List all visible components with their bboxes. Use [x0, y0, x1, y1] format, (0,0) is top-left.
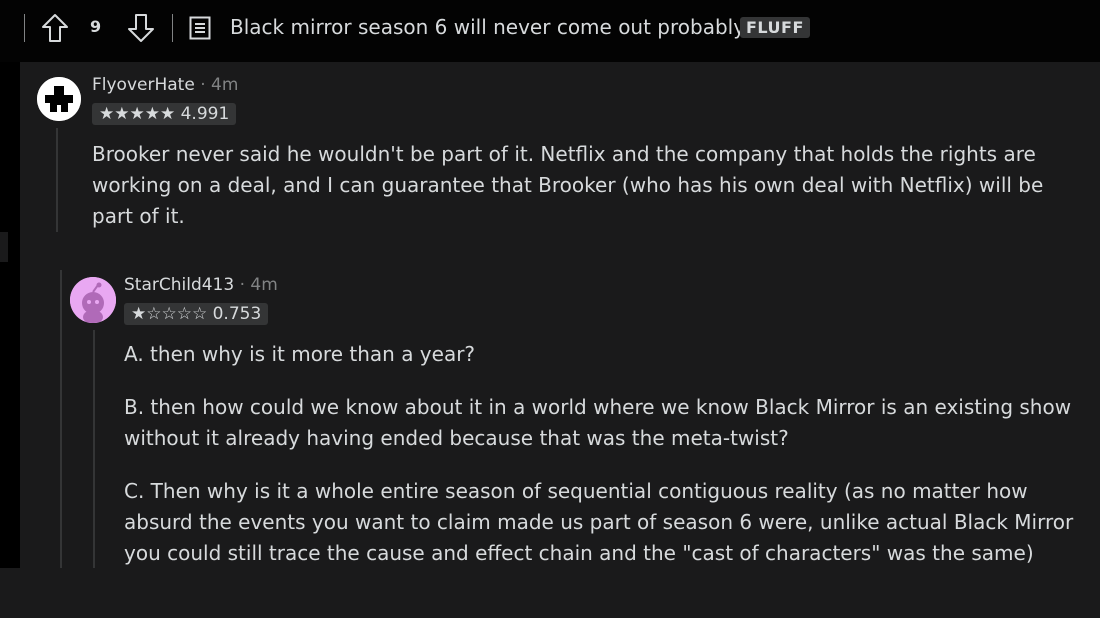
user-rating-badge: ★★★★★ 4.991: [92, 103, 237, 125]
downvote-arrow-icon[interactable]: [126, 12, 156, 44]
default-avatar-icon: [37, 77, 81, 121]
timestamp: 4m: [250, 275, 278, 295]
divider: [172, 14, 173, 42]
thread-line[interactable]: [93, 330, 95, 568]
comment-author-line: FlyoverHate · 4m: [92, 75, 238, 95]
username[interactable]: StarChild413: [124, 275, 234, 295]
vote-count: 9: [90, 17, 102, 36]
text-post-icon: [189, 16, 211, 40]
comment-paragraph: A. then why is it more than a year?: [124, 342, 476, 366]
separator: ·: [239, 275, 246, 295]
comment-paragraph: Brooker never said he wouldn't be part o…: [92, 142, 1044, 228]
thread-line[interactable]: [60, 270, 62, 568]
comment-body: Brooker never said he wouldn't be part o…: [92, 139, 1082, 232]
snoo-avatar-icon: [70, 277, 116, 323]
username[interactable]: FlyoverHate: [92, 75, 195, 95]
avatar[interactable]: [37, 77, 81, 121]
comment-paragraph: B. then how could we know about it in a …: [124, 395, 1072, 450]
divider: [24, 14, 25, 42]
post-flair[interactable]: FLUFF: [740, 17, 810, 38]
left-gutter-notch: [0, 232, 8, 262]
avatar[interactable]: [70, 277, 116, 323]
comment-paragraph: C. Then why is it a whole entire season …: [124, 479, 1074, 565]
user-rating-badge: ★☆☆☆☆ 0.753: [124, 303, 269, 325]
left-gutter: [0, 62, 20, 618]
separator: ·: [200, 75, 206, 95]
page-background: [0, 568, 1100, 618]
upvote-arrow-icon[interactable]: [40, 12, 70, 44]
post-title[interactable]: Black mirror season 6 will never come ou…: [230, 15, 755, 39]
post-header: 9 Black mirror season 6 will never come …: [0, 0, 1100, 62]
timestamp: 4m: [211, 75, 239, 95]
thread-line[interactable]: [56, 128, 58, 232]
comment-author-line: StarChild413 · 4m: [124, 275, 278, 295]
comment-body: A. then why is it more than a year? B. t…: [124, 339, 1084, 569]
